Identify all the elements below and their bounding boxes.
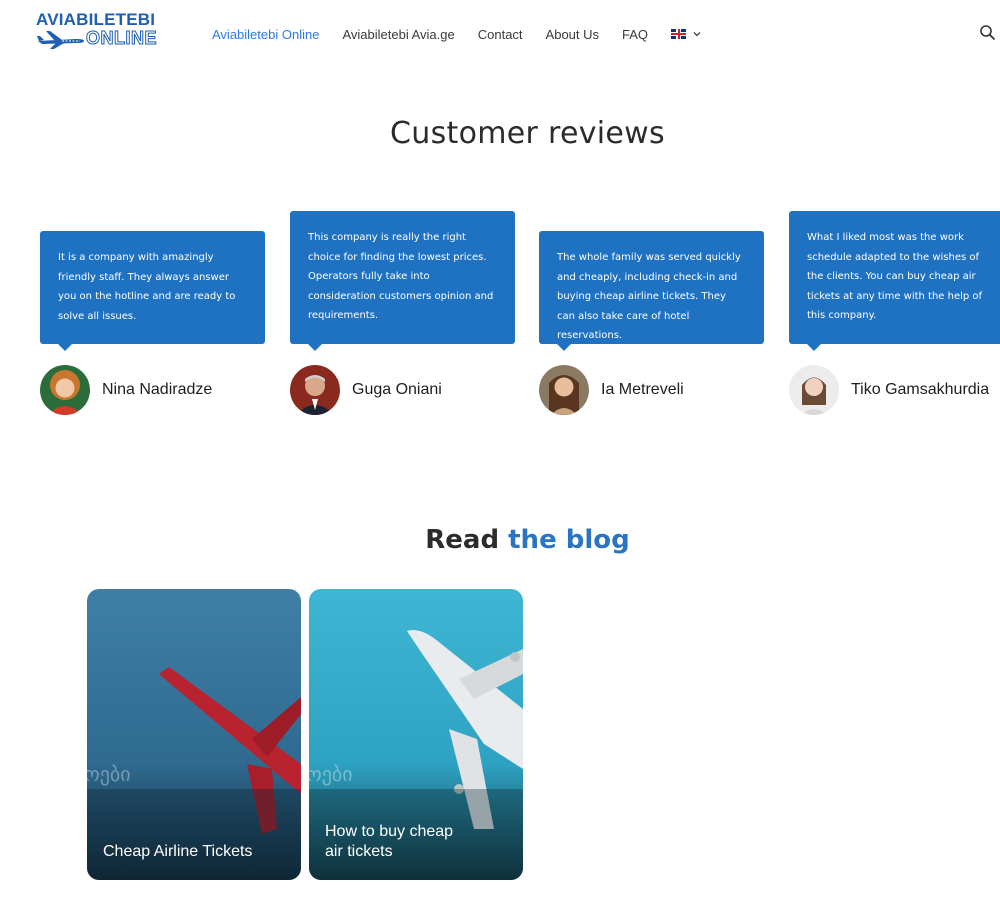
search-icon[interactable] [979,24,997,42]
blog-card-title: How to buy cheap air tickets [325,823,454,860]
logo-line2: ONLINE [85,28,158,49]
review-text: What I liked most was the work schedule … [789,211,1000,351]
blog-card-title: Cheap Airline Tickets [103,843,253,860]
reviewer-name: Guga Oniani [352,381,442,398]
main-nav: Aviabiletebi Online Aviabiletebi Avia.ge… [212,24,702,44]
language-selector[interactable] [671,29,702,39]
reviewer: Guga Oniani [290,365,442,415]
airplane-logo-icon [37,31,84,49]
avatar [789,365,839,415]
avatar [290,365,340,415]
review-text: It is a company with amazingly friendly … [40,231,265,351]
blog-card[interactable]: How to buy cheap air tickets [309,589,523,880]
site-header: AVIABILETEBI ONLINE Aviabiletebi Online … [0,0,1000,68]
nav-aviabiletebi-avia-ge[interactable]: Aviabiletebi Avia.ge [342,27,454,42]
review-text: The whole family was served quickly and … [539,231,764,351]
reviewer: Nina Nadiradze [40,365,212,415]
blog-card-ghost-text: ოები [84,762,131,786]
reviewer: Ia Metreveli [539,365,684,415]
reviewer-name: Tiko Gamsakhurdia [851,381,990,398]
blog-title-accent: the blog [508,525,630,555]
blog-card-ghost-text: ოები [306,762,353,786]
avatar [40,365,90,415]
nav-aviabiletebi-online[interactable]: Aviabiletebi Online [212,27,319,42]
blog-title: Read the blog [0,525,1000,555]
uk-flag-icon [671,29,687,39]
site-logo[interactable]: AVIABILETEBI ONLINE [36,11,162,51]
blog-card[interactable]: Cheap Airline Tickets [87,589,301,880]
review-text: This company is really the right choice … [290,211,515,351]
chevron-down-icon [693,32,701,37]
blog-title-plain: Read [425,525,500,555]
nav-about-us[interactable]: About Us [546,27,599,42]
reviewer: Tiko Gamsakhurdia [789,365,989,415]
avatar [539,365,589,415]
blog-card-image [87,589,301,880]
reviewer-name: Nina Nadiradze [102,381,213,398]
reviews-title: Customer reviews [390,116,665,151]
nav-faq[interactable]: FAQ [622,27,648,42]
logo-line1: AVIABILETEBI [36,10,156,29]
reviewer-name: Ia Metreveli [601,381,684,398]
nav-contact[interactable]: Contact [478,27,523,42]
